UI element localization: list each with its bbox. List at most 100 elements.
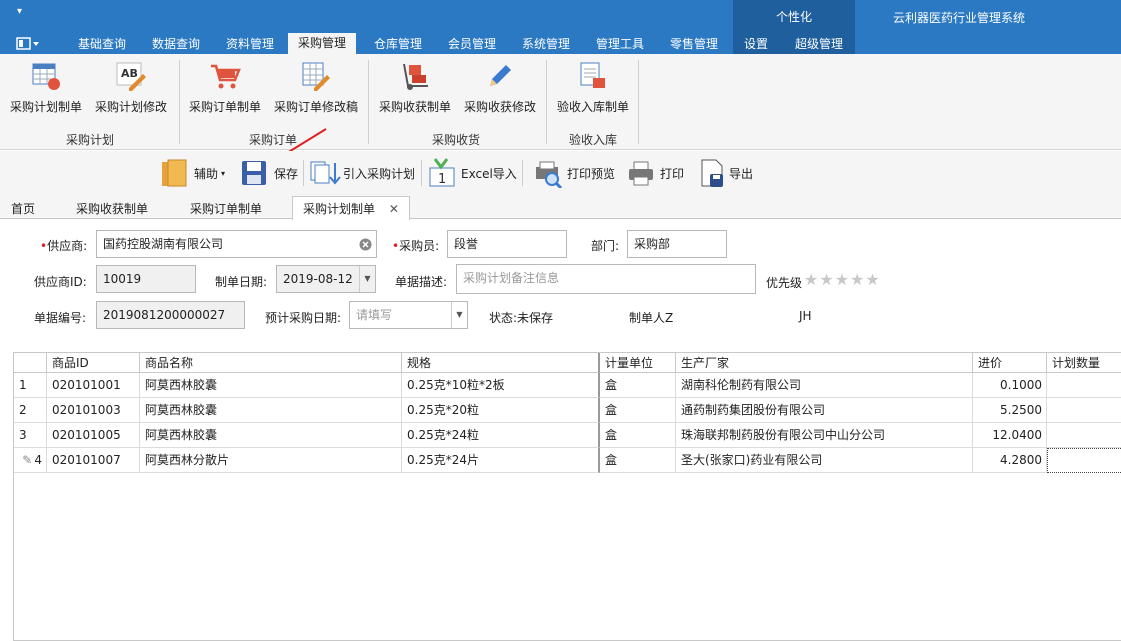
- print-button[interactable]: 打印: [627, 156, 684, 190]
- priority-rating[interactable]: ★★★★★: [804, 270, 881, 289]
- app-title: 云利器医药行业管理系统: [893, 11, 1026, 25]
- cell-spec[interactable]: 0.25克*24粒: [402, 423, 600, 448]
- purchase-order-create-button[interactable]: 采购订单制单: [187, 58, 263, 116]
- tab-home[interactable]: 首页: [11, 200, 35, 217]
- grid-header-plan-qty[interactable]: 计划数量: [1047, 353, 1121, 373]
- export-button[interactable]: 导出: [698, 156, 753, 190]
- quick-access-dropdown[interactable]: ▾: [17, 6, 22, 17]
- cell-price[interactable]: 12.0400: [973, 423, 1047, 448]
- cell-product-name[interactable]: 阿莫西林分散片: [140, 448, 402, 473]
- row-index: 3: [14, 423, 47, 448]
- import-plan-button[interactable]: 引入采购计划: [309, 156, 415, 190]
- ribbon-group-purchase-receive: 采购收货: [431, 133, 480, 147]
- purchase-receive-create-button[interactable]: 采购收获制单: [377, 58, 453, 116]
- print-preview-icon: [536, 161, 563, 188]
- grid-header-manufacturer[interactable]: 生产厂家: [676, 353, 973, 373]
- status-value: 未保存: [517, 311, 554, 325]
- menu-tab-system[interactable]: 系统管理: [522, 35, 570, 54]
- menu-tab-purchase[interactable]: 采购管理: [288, 33, 357, 54]
- inspection-stockin-create-button[interactable]: 验收入库制单: [555, 58, 631, 116]
- print-preview-button[interactable]: 打印预览: [533, 156, 615, 190]
- cell-manufacturer[interactable]: 通药制药集团股份有限公司: [676, 398, 973, 423]
- purchase-plan-create-button[interactable]: 采购计划制单: [8, 58, 84, 116]
- supplier-input[interactable]: 国药控股湖南有限公司: [96, 230, 377, 258]
- save-button[interactable]: 保存: [240, 156, 298, 190]
- cell-product-id[interactable]: 020101005: [47, 423, 140, 448]
- create-date-value: 2019-08-12: [283, 272, 353, 286]
- clear-icon[interactable]: [359, 238, 372, 251]
- cell-unit[interactable]: 盒: [600, 423, 676, 448]
- cell-product-id[interactable]: 020101003: [47, 398, 140, 423]
- expected-date-placeholder: 请填写: [356, 308, 393, 322]
- ribbon-button-label: 采购收获制单: [378, 100, 451, 114]
- cell-manufacturer[interactable]: 圣大(张家口)药业有限公司: [676, 448, 973, 473]
- dept-input[interactable]: 采购部: [627, 230, 727, 258]
- close-icon[interactable]: ✕: [389, 202, 399, 216]
- svg-text:AB: AB: [121, 67, 138, 80]
- purchase-plan-edit-button[interactable]: AB 采购计划修改: [93, 58, 169, 116]
- tab-purchase-order[interactable]: 采购订单制单: [190, 200, 262, 217]
- cell-unit[interactable]: 盒: [600, 373, 676, 398]
- cell-price[interactable]: 5.2500: [973, 398, 1047, 423]
- cell-product-name[interactable]: 阿莫西林胶囊: [140, 373, 402, 398]
- grid-header-price[interactable]: 进价: [973, 353, 1047, 373]
- menu-tab-retail[interactable]: 零售管理: [670, 35, 718, 54]
- grid-header-product-id[interactable]: 商品ID: [47, 353, 140, 373]
- ribbon-button-label: 采购收获修改: [463, 100, 536, 114]
- table-calendar-icon: [32, 63, 60, 90]
- menu-tab-basic-query[interactable]: 基础查询: [78, 35, 126, 54]
- cell-manufacturer[interactable]: 珠海联邦制药股份有限公司中山分公司: [676, 423, 973, 448]
- buyer-label: •采购员:: [392, 237, 439, 254]
- cell-plan-qty[interactable]: [1047, 398, 1121, 423]
- menu-tab-data-query[interactable]: 数据查询: [152, 35, 200, 54]
- svg-text:1: 1: [438, 172, 446, 187]
- menu-tab-warehouse[interactable]: 仓库管理: [374, 35, 422, 54]
- personalize-label[interactable]: 个性化: [733, 8, 855, 25]
- cell-product-name[interactable]: 阿莫西林胶囊: [140, 423, 402, 448]
- cell-plan-qty[interactable]: [1047, 373, 1121, 398]
- cell-product-name[interactable]: 阿莫西林胶囊: [140, 398, 402, 423]
- cell-manufacturer[interactable]: 湖南科伦制药有限公司: [676, 373, 973, 398]
- items-grid[interactable]: 商品ID 商品名称 规格 计量单位 生产厂家 进价 计划数量 1 0201010…: [13, 352, 1121, 641]
- desc-placeholder: 采购计划备注信息: [463, 271, 560, 285]
- tab-purchase-receive[interactable]: 采购收获制单: [76, 200, 148, 217]
- app-menu-icon[interactable]: [16, 37, 40, 51]
- expected-date-input[interactable]: 请填写 ▼: [349, 301, 468, 329]
- assist-button[interactable]: 辅助 ▾: [160, 156, 225, 190]
- menu-tab-super-admin[interactable]: 超级管理: [795, 35, 843, 54]
- menu-tab-member[interactable]: 会员管理: [448, 35, 496, 54]
- buyer-input[interactable]: 段誉: [447, 230, 567, 258]
- tab-label: 采购计划制单: [303, 202, 376, 216]
- cell-product-id[interactable]: 020101001: [47, 373, 140, 398]
- supplier-label-text: 供应商:: [47, 239, 88, 253]
- cell-unit[interactable]: 盒: [600, 398, 676, 423]
- cell-spec[interactable]: 0.25克*10粒*2板: [402, 373, 600, 398]
- cell-price[interactable]: 0.1000: [973, 373, 1047, 398]
- cell-price[interactable]: 4.2800: [973, 448, 1047, 473]
- desc-input[interactable]: 采购计划备注信息: [456, 264, 756, 294]
- menu-tab-tools[interactable]: 管理工具: [596, 35, 644, 54]
- cell-plan-qty[interactable]: [1047, 423, 1121, 448]
- grid-header-unit[interactable]: 计量单位: [600, 353, 676, 373]
- grid-header-spec[interactable]: 规格: [402, 353, 600, 373]
- menu-tab-material[interactable]: 资料管理: [226, 35, 274, 54]
- chevron-down-icon[interactable]: ▼: [359, 266, 375, 292]
- cell-spec[interactable]: 0.25克*20粒: [402, 398, 600, 423]
- printer-icon: [629, 161, 653, 186]
- cell-spec[interactable]: 0.25克*24片: [402, 448, 600, 473]
- excel-import-button[interactable]: 1 Excel导入: [427, 156, 517, 190]
- row-index: ✎ 4: [14, 448, 47, 473]
- purchase-order-edit-button[interactable]: 采购订单修改稿: [272, 58, 360, 116]
- menu-tab-settings[interactable]: 设置: [744, 35, 768, 54]
- grid-header-product-name[interactable]: 商品名称: [140, 353, 402, 373]
- document-tab-bar: [0, 196, 1121, 219]
- tab-purchase-plan[interactable]: 采购计划制单 ✕: [292, 196, 410, 220]
- cell-unit[interactable]: 盒: [600, 448, 676, 473]
- chevron-down-icon[interactable]: ▼: [451, 302, 467, 328]
- create-date-input[interactable]: 2019-08-12 ▼: [276, 265, 376, 293]
- ab-edit-icon: AB: [116, 62, 146, 91]
- cell-product-id[interactable]: 020101007: [47, 448, 140, 473]
- cell-plan-qty-focused[interactable]: [1047, 448, 1121, 473]
- buyer-label-text: 采购员:: [399, 239, 440, 253]
- purchase-receive-edit-button[interactable]: 采购收获修改: [462, 58, 538, 116]
